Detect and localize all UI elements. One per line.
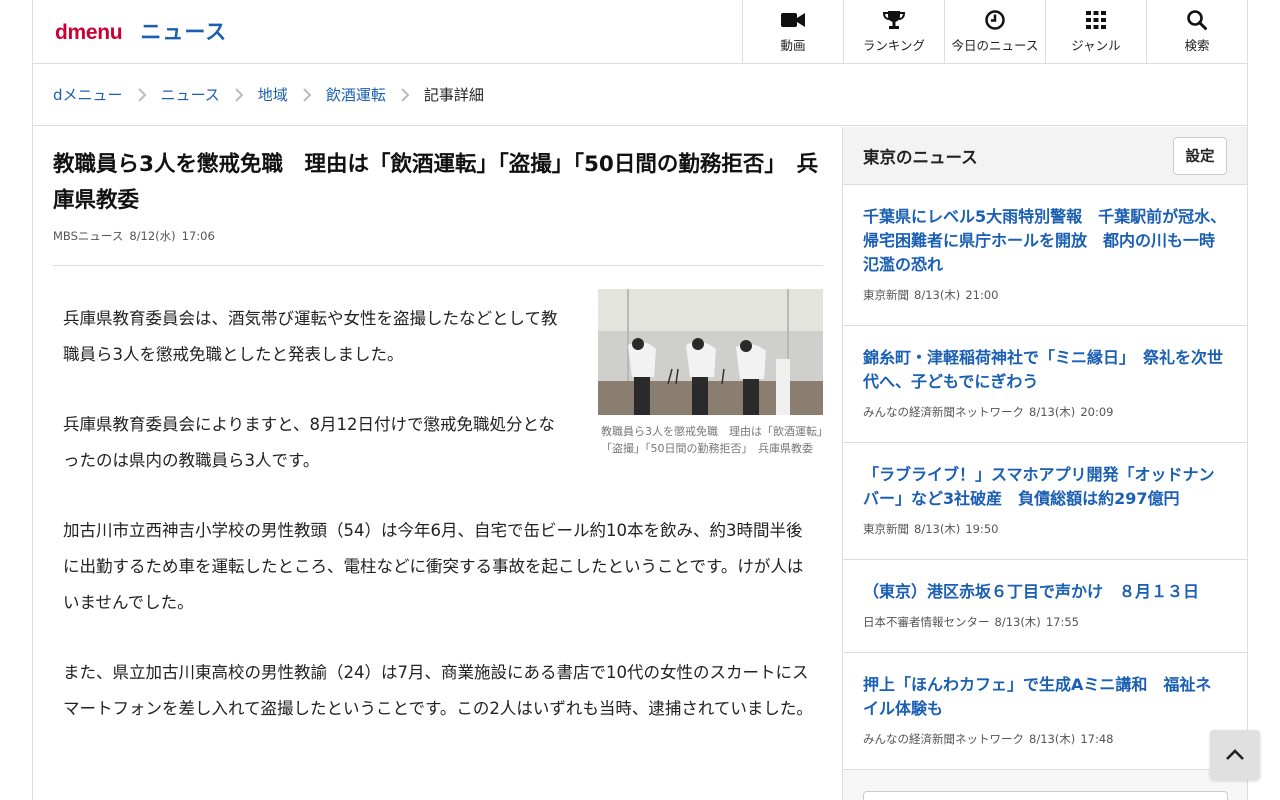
news-title[interactable]: 千葉県にレベル5大雨特別警報 千葉駅前が冠水、帰宅困難者に県庁ホールを開放 都内… xyxy=(863,205,1227,277)
news-source: みんなの経済新聞ネットワーク xyxy=(863,732,1024,746)
breadcrumb-item-current: 記事詳細 xyxy=(423,86,484,104)
news-item[interactable]: 錦糸町・津軽稲荷神社で「ミニ縁日」 祭礼を次世代へ、子どもでにぎわう みんなの経… xyxy=(843,326,1247,443)
trophy-icon xyxy=(882,9,906,31)
chevron-right-icon xyxy=(220,87,258,103)
global-nav: 動画 ランキング 今日のニュース ジャンル 検索 xyxy=(742,0,1247,63)
nav-label: ジャンル xyxy=(1071,38,1121,53)
nav-video[interactable]: 動画 xyxy=(742,0,843,63)
divider xyxy=(53,265,823,266)
article-time: 17:06 xyxy=(181,229,215,243)
brand[interactable]: dmenu ニュース xyxy=(55,16,227,46)
news-item[interactable]: （東京）港区赤坂６丁目で声かけ ８月１３日 日本不審者情報センター 8/13(木)… xyxy=(843,560,1247,653)
nav-label: 検索 xyxy=(1184,38,1210,53)
news-time: 17:48 xyxy=(1080,732,1114,746)
site-header: dmenu ニュース 動画 ランキング 今日のニュース ジャンル 検索 xyxy=(33,0,1247,64)
article-headline: 教職員ら3人を懲戒免職 理由は「飲酒運転」「盗撮」「50日間の勤務拒否」 兵庫県… xyxy=(53,152,819,213)
settings-button[interactable]: 設定 xyxy=(1173,136,1227,175)
news-meta: みんなの経済新聞ネットワーク 8/13(木) 20:09 xyxy=(863,404,1227,420)
search-icon xyxy=(1185,9,1209,31)
grid-icon xyxy=(1084,9,1108,31)
news-source: みんなの経済新聞ネットワーク xyxy=(863,405,1024,419)
news-meta: 東京新聞 8/13(木) 19:50 xyxy=(863,521,1227,537)
nav-ranking[interactable]: ランキング xyxy=(843,0,944,63)
news-time: 17:55 xyxy=(1045,615,1079,629)
video-camera-icon xyxy=(781,9,805,31)
breadcrumb-item-dmenu[interactable]: dメニュー xyxy=(53,84,123,105)
sidebar-title: 東京のニュース xyxy=(863,147,978,167)
news-date: 8/13(木) xyxy=(914,288,961,302)
news-meta: みんなの経済新聞ネットワーク 8/13(木) 17:48 xyxy=(863,731,1227,747)
news-source: 東京新聞 xyxy=(863,522,909,536)
nav-search[interactable]: 検索 xyxy=(1146,0,1247,63)
breadcrumb-item-region[interactable]: 地域 xyxy=(258,84,288,105)
nav-genre[interactable]: ジャンル xyxy=(1045,0,1146,63)
section-title[interactable]: ニュース xyxy=(140,16,227,46)
news-title[interactable]: 押上「ほんわカフェ」で生成Aミニ講和 福祉ネイル体験も xyxy=(863,673,1227,721)
chevron-right-icon xyxy=(288,87,326,103)
sidebar-local-news: 東京のニュース 設定 千葉県にレベル5大雨特別警報 千葉駅前が冠水、帰宅困難者に… xyxy=(842,127,1247,800)
news-source: 日本不審者情報センター xyxy=(863,615,990,629)
breadcrumb-item-drunk-driving[interactable]: 飲酒運転 xyxy=(326,84,386,105)
news-title[interactable]: （東京）港区赤坂６丁目で声かけ ８月１３日 xyxy=(863,580,1227,604)
news-title[interactable]: 錦糸町・津軽稲荷神社で「ミニ縁日」 祭礼を次世代へ、子どもでにぎわう xyxy=(863,346,1227,394)
article-paragraph: 兵庫県教育委員会によりますと、8月12日付けで懲戒免職処分となったのは県内の教職… xyxy=(63,415,556,470)
news-item[interactable]: 押上「ほんわカフェ」で生成Aミニ講和 福祉ネイル体験も みんなの経済新聞ネットワ… xyxy=(843,653,1247,770)
news-meta: 日本不審者情報センター 8/13(木) 17:55 xyxy=(863,614,1227,630)
news-meta: 東京新聞 8/13(木) 21:00 xyxy=(863,287,1227,303)
page-frame: dmenu ニュース 動画 ランキング 今日のニュース ジャンル 検索 dメニュ… xyxy=(32,0,1248,800)
nav-label: 今日のニュース xyxy=(951,38,1039,53)
article-meta: MBSニュース 8/12(水) 17:06 xyxy=(53,228,215,244)
dmenu-logo[interactable]: dmenu xyxy=(55,21,123,45)
news-date: 8/13(木) xyxy=(1029,732,1076,746)
news-date: 8/13(木) xyxy=(994,615,1041,629)
news-time: 21:00 xyxy=(965,288,999,302)
news-time: 19:50 xyxy=(965,522,999,536)
chevron-up-icon xyxy=(1225,746,1245,765)
article-paragraph: 加古川市立西神吉小学校の男性教頭（54）は今年6月、自宅で缶ビール約10本を飲み… xyxy=(63,521,804,612)
news-time: 20:09 xyxy=(1080,405,1114,419)
breadcrumb: dメニュー ニュース 地域 飲酒運転 記事詳細 xyxy=(33,64,1247,126)
article-source[interactable]: MBSニュース xyxy=(53,229,123,243)
nav-label: ランキング xyxy=(862,38,926,53)
sidebar-search-box[interactable] xyxy=(863,791,1228,800)
news-date: 8/13(木) xyxy=(1029,405,1076,419)
nav-label: 動画 xyxy=(780,38,806,53)
nav-today-news[interactable]: 今日のニュース xyxy=(944,0,1045,63)
scroll-to-top-button[interactable] xyxy=(1210,730,1260,780)
sidebar-header: 東京のニュース 設定 xyxy=(843,127,1247,185)
news-date: 8/13(木) xyxy=(914,522,961,536)
article-body: 兵庫県教育委員会は、酒気帯び運転や女性を盗撮したなどとして教職員ら3人を懲戒免職… xyxy=(63,301,813,761)
news-source: 東京新聞 xyxy=(863,288,909,302)
chevron-right-icon xyxy=(123,87,161,103)
news-item[interactable]: 「ラブライブ！」スマホアプリ開発「オッドナンバー」など3社破産 負債総額は約29… xyxy=(843,443,1247,560)
article-paragraph: また、県立加古川東高校の男性教諭（24）は7月、商業施設にある書店で10代の女性… xyxy=(63,663,813,718)
article-paragraph: 兵庫県教育委員会は、酒気帯び運転や女性を盗撮したなどとして教職員ら3人を懲戒免職… xyxy=(63,309,558,364)
article-date: 8/12(水) xyxy=(129,229,176,243)
news-item[interactable]: 千葉県にレベル5大雨特別警報 千葉駅前が冠水、帰宅困難者に県庁ホールを開放 都内… xyxy=(843,185,1247,326)
chevron-right-icon xyxy=(386,87,424,103)
breadcrumb-item-news[interactable]: ニュース xyxy=(161,84,220,105)
news-title[interactable]: 「ラブライブ！」スマホアプリ開発「オッドナンバー」など3社破産 負債総額は約29… xyxy=(863,463,1227,511)
clock-icon xyxy=(983,9,1007,31)
